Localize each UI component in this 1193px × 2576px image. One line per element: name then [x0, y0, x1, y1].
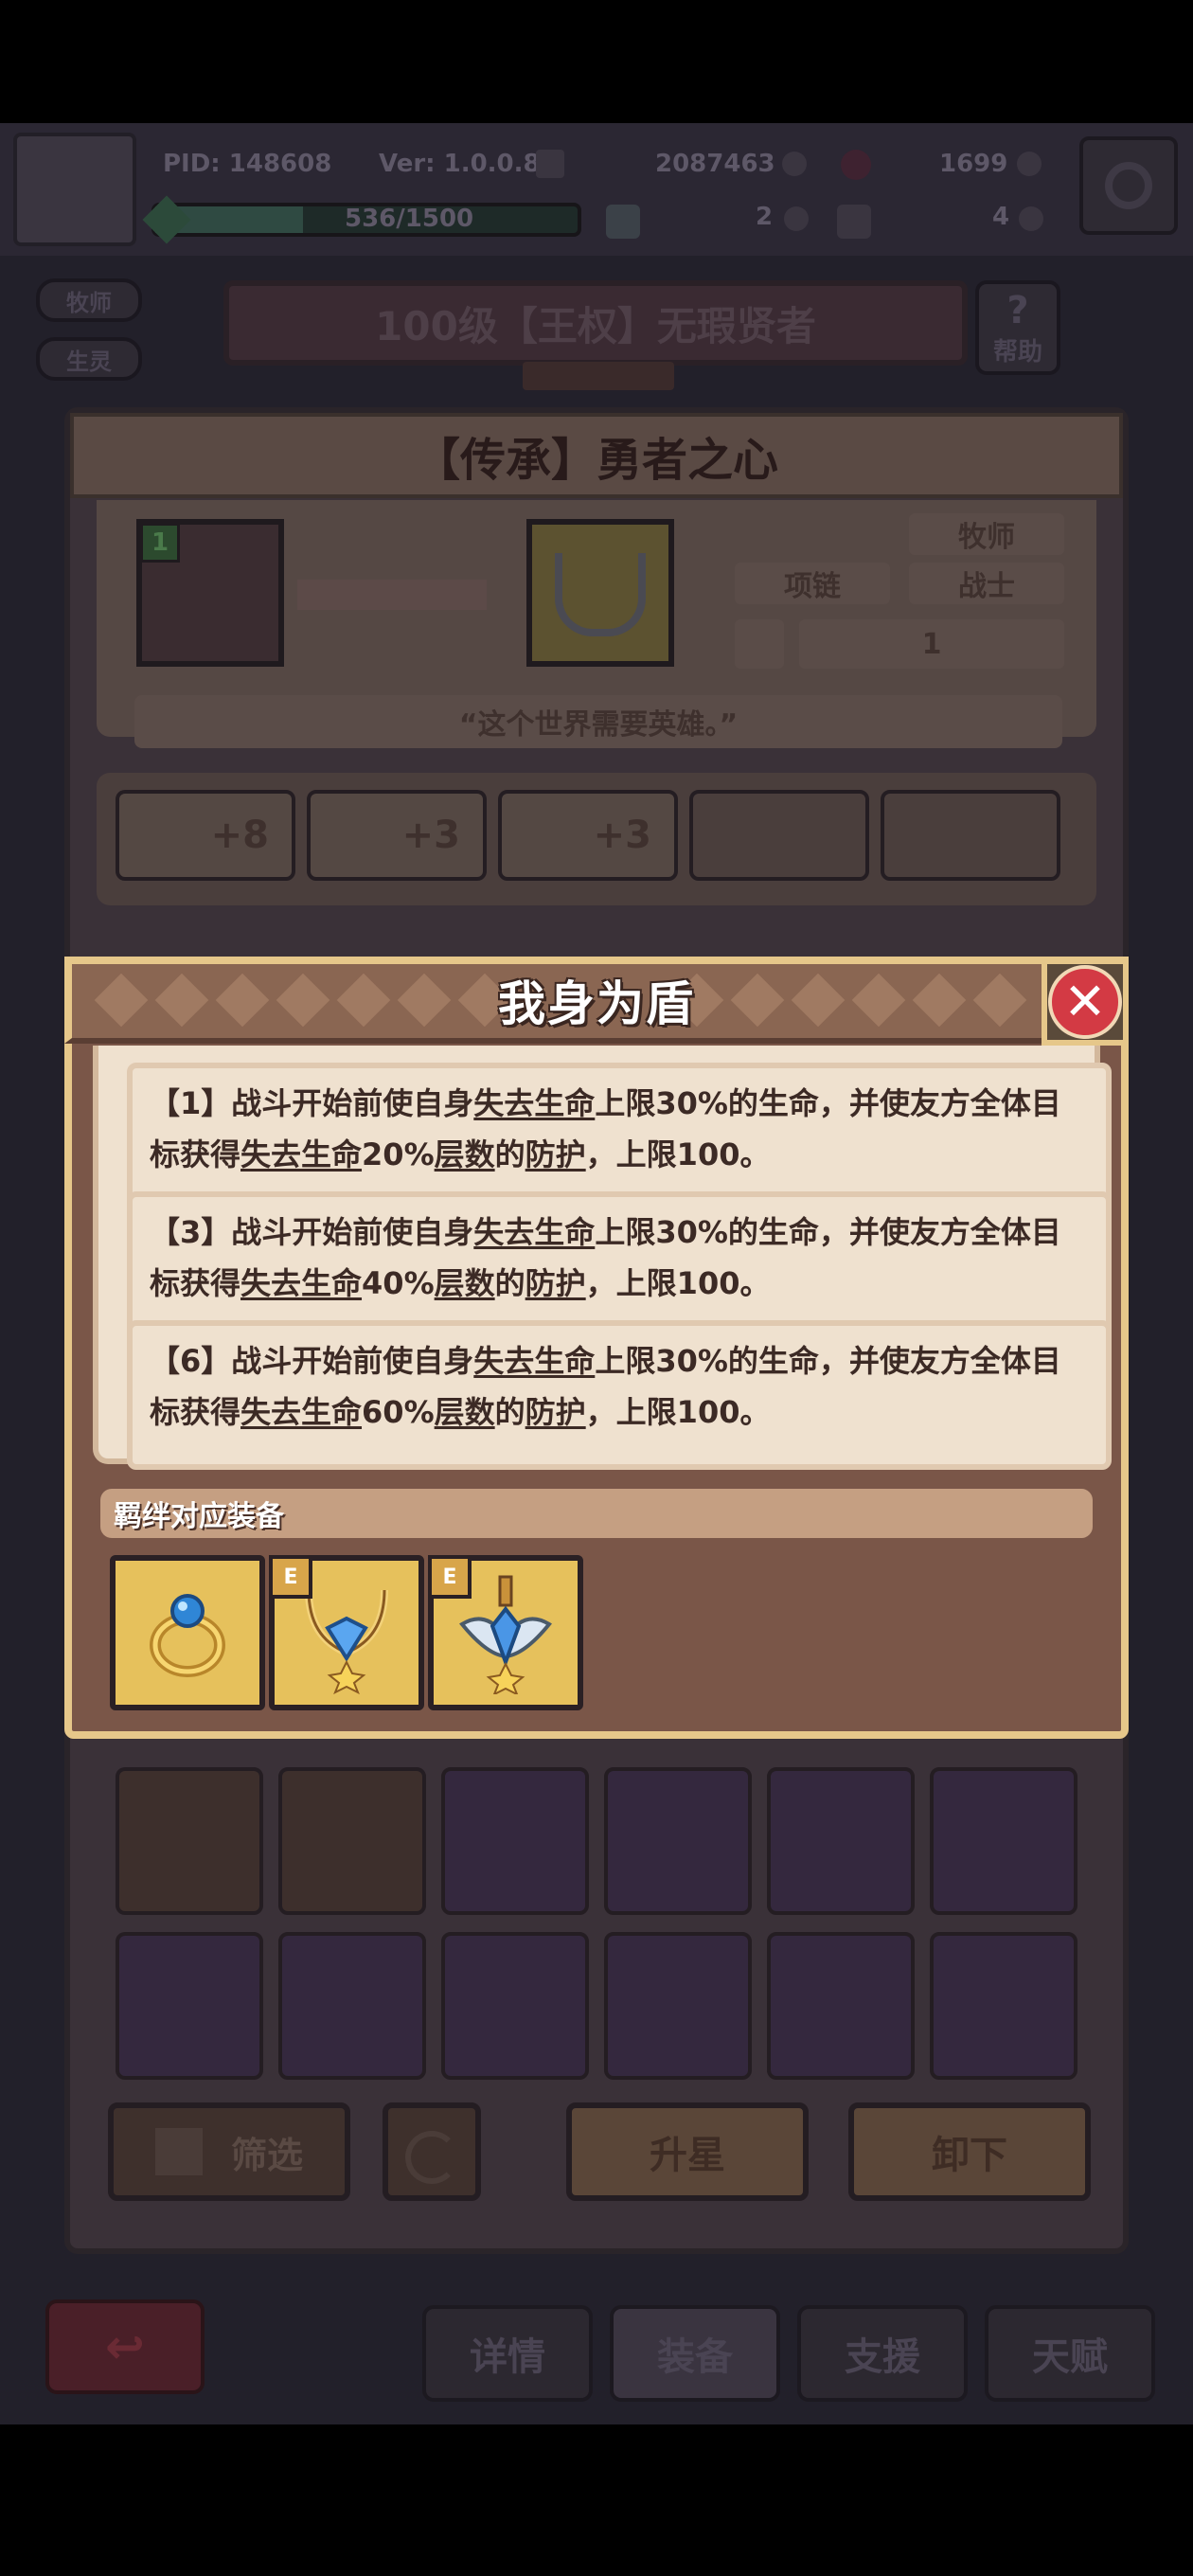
currency-a-icon: [784, 206, 809, 231]
bond-equipment-header: 羁绊对应装备: [100, 1489, 1093, 1538]
effect-text: 的: [494, 1136, 525, 1172]
gold-icon: [782, 152, 807, 176]
gear-icon: [1105, 162, 1152, 209]
modal-title: 我身为盾: [498, 976, 695, 1031]
gem-amount: 1699: [939, 150, 1008, 178]
currency-b-amount: 4: [992, 203, 1010, 231]
effect-text: ，上限100。: [585, 1265, 771, 1301]
effect-text: 60%: [362, 1394, 435, 1430]
effect-text: 的: [494, 1394, 525, 1430]
player-avatar[interactable]: [13, 133, 136, 246]
version-text: Ver: 1.0.0.8: [379, 150, 541, 178]
effect-text: 战斗开始前使自身: [231, 1343, 474, 1379]
effect-text: ，上限100。: [585, 1136, 771, 1172]
keyword-link[interactable]: 防护: [525, 1136, 586, 1172]
gold-amount: 2087463: [655, 150, 775, 178]
plus-icon[interactable]: [1017, 152, 1042, 176]
effect-tier: 【3】: [150, 1214, 232, 1250]
music-icon: [837, 205, 871, 239]
status-bar: [0, 0, 1193, 123]
keyword-link[interactable]: 层数: [435, 1136, 495, 1172]
set-effect-1: 【1】战斗开始前使自身失去生命上限30%的生命，并使友方全体目标获得失去生命20…: [127, 1063, 1112, 1212]
keyword-link[interactable]: 失去生命: [473, 1343, 595, 1379]
bond-item-slot[interactable]: E: [428, 1555, 583, 1710]
close-icon: ✕: [1048, 965, 1122, 1039]
navigation-bar: [0, 2424, 1193, 2576]
keyword-link[interactable]: 失去生命: [473, 1085, 595, 1121]
keyword-link[interactable]: 防护: [525, 1394, 586, 1430]
bond-item-slot[interactable]: E: [269, 1555, 424, 1710]
keyword-link[interactable]: 失去生命: [240, 1394, 362, 1430]
player-hud: PID: 148608 Ver: 1.0.0.8 2087463 1699 53…: [0, 123, 1193, 256]
keyword-link[interactable]: 失去生命: [240, 1265, 362, 1301]
set-effect-3: 【3】战斗开始前使自身失去生命上限30%的生命，并使友方全体目标获得失去生命40…: [127, 1191, 1112, 1341]
gem-icon: [841, 150, 871, 180]
effect-tier: 【1】: [150, 1085, 232, 1121]
keyword-link[interactable]: 防护: [525, 1265, 586, 1301]
effect-text: 20%: [362, 1136, 435, 1172]
effect-text: 的: [494, 1265, 525, 1301]
keyword-link[interactable]: 层数: [435, 1394, 495, 1430]
exp-bar: 536/1500: [151, 203, 581, 237]
version-icon: [536, 150, 564, 178]
pid-text: PID: 148608: [163, 150, 332, 178]
set-effect-6: 【6】战斗开始前使自身失去生命上限30%的生命，并使友方全体目标获得失去生命60…: [127, 1320, 1112, 1470]
equipped-badge: E: [428, 1555, 472, 1599]
currency-a-amount: 2: [756, 203, 774, 231]
ring-icon: [150, 1594, 225, 1677]
effect-text: 战斗开始前使自身: [231, 1085, 474, 1121]
equipped-badge: E: [269, 1555, 312, 1599]
keyword-link[interactable]: 失去生命: [473, 1214, 595, 1250]
effect-text: 40%: [362, 1265, 435, 1301]
effect-text: ，上限100。: [585, 1394, 771, 1430]
effect-text: 战斗开始前使自身: [231, 1214, 474, 1250]
bond-item-slot[interactable]: [110, 1555, 265, 1710]
exp-text: 536/1500: [345, 205, 474, 233]
effect-tier: 【6】: [150, 1343, 232, 1379]
currency-b-icon: [1019, 206, 1043, 231]
settings-button[interactable]: [1079, 136, 1178, 235]
clover-icon: [606, 205, 640, 239]
keyword-link[interactable]: 失去生命: [240, 1136, 362, 1172]
keyword-link[interactable]: 层数: [435, 1265, 495, 1301]
close-button[interactable]: ✕: [1042, 958, 1129, 1046]
